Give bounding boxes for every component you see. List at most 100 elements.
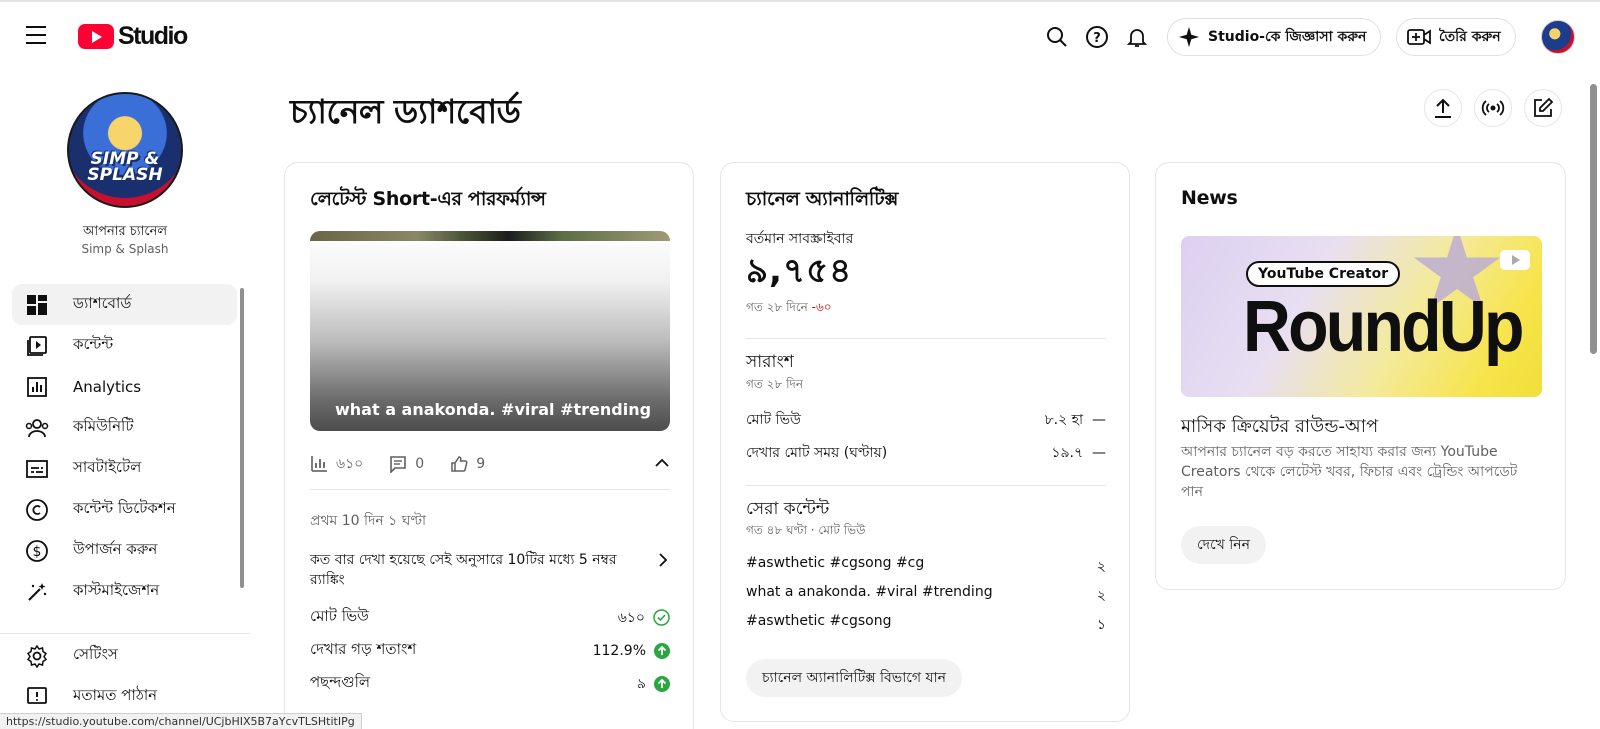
- top-content-period: গত ৪৮ ঘণ্টা · মোট ভিউ: [746, 523, 866, 537]
- channel-avatar[interactable]: SIMP & SPLASH: [67, 92, 183, 208]
- menu-icon[interactable]: [26, 26, 50, 46]
- channel-analytics-card: চ্যানেল অ্যানালিটিক্স বর্তমান সাবস্ক্রাই…: [720, 162, 1130, 722]
- sidebar-item-label: Analytics: [73, 377, 142, 396]
- go-to-analytics-button[interactable]: চ্যানেল অ্যানালিটিক্স বিভাগে যান: [746, 659, 963, 697]
- card-title: News: [1181, 187, 1238, 209]
- summary-period: গত ২৮ দিন: [746, 377, 803, 391]
- divider: [310, 489, 670, 490]
- your-channel-label: আপনার চ্যানেল: [82, 224, 168, 239]
- sidebar-bottom-nav: সেটিংস মতামত পাঠান: [12, 633, 237, 717]
- chevron-right-icon: [659, 553, 668, 567]
- views-count: ৬১০: [336, 456, 364, 472]
- divider: [746, 338, 1106, 339]
- sparkle-icon: [1178, 26, 1200, 48]
- top-content-label: #aswthetic #cgsong: [746, 613, 892, 629]
- metric-row: মোট ভিউ ৬১০: [310, 605, 670, 630]
- top-content-title: সেরা কন্টেন্ট: [746, 499, 830, 519]
- period-label: প্রথম 10 দিন ১ ঘণ্টা: [310, 513, 427, 529]
- go-live-button[interactable]: [1474, 89, 1512, 127]
- likes-count: 9: [476, 456, 486, 472]
- chevron-up-icon[interactable]: [654, 455, 670, 475]
- summary-title: সারাংশ: [746, 352, 794, 372]
- studio-logo[interactable]: Studio: [78, 22, 188, 51]
- comments-count: 0: [415, 456, 425, 472]
- svg-text:$: $: [33, 544, 42, 560]
- content-icon: [25, 334, 49, 358]
- upload-button[interactable]: [1424, 89, 1462, 127]
- subscriber-change-prefix: গত ২৮ দিনে: [746, 300, 812, 314]
- ranking-text: কত বার দেখা হয়েছে সেই অনুসারে 10টির মধ্…: [310, 552, 617, 588]
- check-circle-icon: [653, 609, 670, 626]
- sidebar-scroll-thumb[interactable]: [240, 288, 244, 588]
- status-bar-url: https://studio.youtube.com/channel/UCjbH…: [0, 713, 362, 729]
- sidebar-nav: ড্যাশবোর্ড কন্টেন্ট Analytics কমিউনিটি স…: [12, 284, 237, 612]
- metric-value: 112.9%: [592, 642, 646, 659]
- ranking-row[interactable]: কত বার দেখা হয়েছে সেই অনুসারে 10টির মধ্…: [310, 550, 670, 590]
- summary-label: মোট ভিউ: [746, 412, 801, 428]
- news-image[interactable]: YouTube Creator RoundUp: [1181, 236, 1542, 397]
- bar-chart-icon: [311, 456, 327, 472]
- sidebar-item-label: উপার্জন করুন: [73, 540, 158, 558]
- sidebar-item-label: ড্যাশবোর্ড: [73, 294, 132, 312]
- subscriber-count: ৯,৭৫৪: [746, 251, 853, 291]
- search-icon[interactable]: [1042, 22, 1072, 52]
- account-avatar[interactable]: [1541, 20, 1575, 54]
- page-scrollbar[interactable]: [1587, 70, 1600, 729]
- ask-studio-button[interactable]: Studio-কে জিজ্ঞাসা করুন: [1167, 18, 1382, 56]
- sidebar-item-customization[interactable]: কাস্টমাইজেশন: [12, 571, 237, 612]
- analytics-icon: [25, 375, 49, 399]
- news-description: আপনার চ্যানেল বড় করতে সাহায্য করার জন্য…: [1181, 444, 1518, 500]
- page-scroll-thumb[interactable]: [1590, 84, 1597, 354]
- metric-row: দেখার গড় শতাংশ 112.9%: [310, 638, 670, 663]
- sidebar-item-community[interactable]: কমিউনিটি: [12, 407, 237, 448]
- comment-icon: [390, 456, 407, 473]
- sidebar-item-analytics[interactable]: Analytics: [12, 366, 237, 407]
- thumbs-up-icon: [451, 456, 468, 472]
- views-stat: ৬১০: [310, 452, 363, 476]
- magic-wand-icon: [25, 580, 49, 604]
- divider: [746, 485, 1106, 486]
- sidebar-item-feedback[interactable]: মতামত পাঠান: [12, 676, 237, 717]
- top-content-label: what a anakonda. #viral #trending: [746, 584, 993, 600]
- sidebar-item-subtitles[interactable]: সাবটাইটেল: [12, 448, 237, 489]
- notifications-icon[interactable]: [1122, 22, 1152, 52]
- top-content-row[interactable]: what a anakonda. #viral #trending ২: [746, 584, 1106, 608]
- sidebar-item-content-detection[interactable]: কন্টেন্ট ডিটেকশন: [12, 489, 237, 530]
- summary-trend: —: [1092, 445, 1106, 461]
- sidebar-scrollbar[interactable]: [240, 288, 245, 608]
- metric-label: পছন্দগুলি: [310, 673, 371, 691]
- create-video-icon: [1407, 27, 1431, 47]
- top-content-row[interactable]: #aswthetic #cgsong ১: [746, 613, 1106, 637]
- sidebar-item-content[interactable]: কন্টেন্ট: [12, 325, 237, 366]
- summary-row: মোট ভিউ ৮.২ হা —: [746, 408, 1106, 432]
- summary-row: দেখার মোট সময় (ঘণ্টায়) ১৯.৭ —: [746, 441, 1106, 465]
- sidebar-item-earn[interactable]: $ উপার্জন করুন: [12, 530, 237, 571]
- news-headline: মাসিক ক্রিয়েটর রাউন্ড-আপ: [1181, 416, 1379, 437]
- see-more-button[interactable]: দেখে নিন: [1181, 526, 1267, 564]
- dashboard-icon: [25, 293, 49, 317]
- likes-stat: 9: [450, 455, 485, 473]
- youtube-play-icon: [1500, 250, 1530, 270]
- svg-text:?: ?: [1093, 31, 1101, 46]
- card-title: লেটেস্ট Short-এর পারফর্ম্যান্স: [310, 188, 546, 210]
- page-title: চ্যানেল ড্যাশবোর্ড: [290, 92, 521, 131]
- logo-text: Studio: [118, 22, 188, 50]
- roundup-word: RoundUp: [1243, 287, 1524, 367]
- sidebar-item-label: মতামত পাঠান: [73, 686, 158, 704]
- sidebar-item-label: সাবটাইটেল: [73, 458, 142, 476]
- metric-value: ৬১০: [617, 609, 645, 626]
- sidebar-item-dashboard[interactable]: ড্যাশবোর্ড: [12, 284, 237, 325]
- top-content-row[interactable]: #aswthetic #cgsong #cg ২: [746, 555, 1106, 579]
- sidebar-item-label: সেটিংস: [73, 645, 118, 663]
- sidebar-item-label: কমিউনিটি: [73, 417, 134, 435]
- sidebar-item-label: কন্টেন্ট ডিটেকশন: [73, 499, 176, 517]
- news-card: News YouTube Creator RoundUp মাসিক ক্রিয…: [1155, 162, 1566, 590]
- create-post-button[interactable]: [1524, 89, 1562, 127]
- short-thumbnail[interactable]: what a anakonda. #viral #trending: [310, 231, 670, 431]
- youtube-play-icon: [78, 24, 114, 49]
- create-button[interactable]: তৈরি করুন: [1396, 18, 1516, 56]
- help-icon[interactable]: ?: [1082, 22, 1112, 52]
- sidebar-item-settings[interactable]: সেটিংস: [12, 635, 237, 676]
- metric-label: মোট ভিউ: [310, 607, 369, 625]
- summary-value: ৮.২ হা: [1044, 412, 1084, 428]
